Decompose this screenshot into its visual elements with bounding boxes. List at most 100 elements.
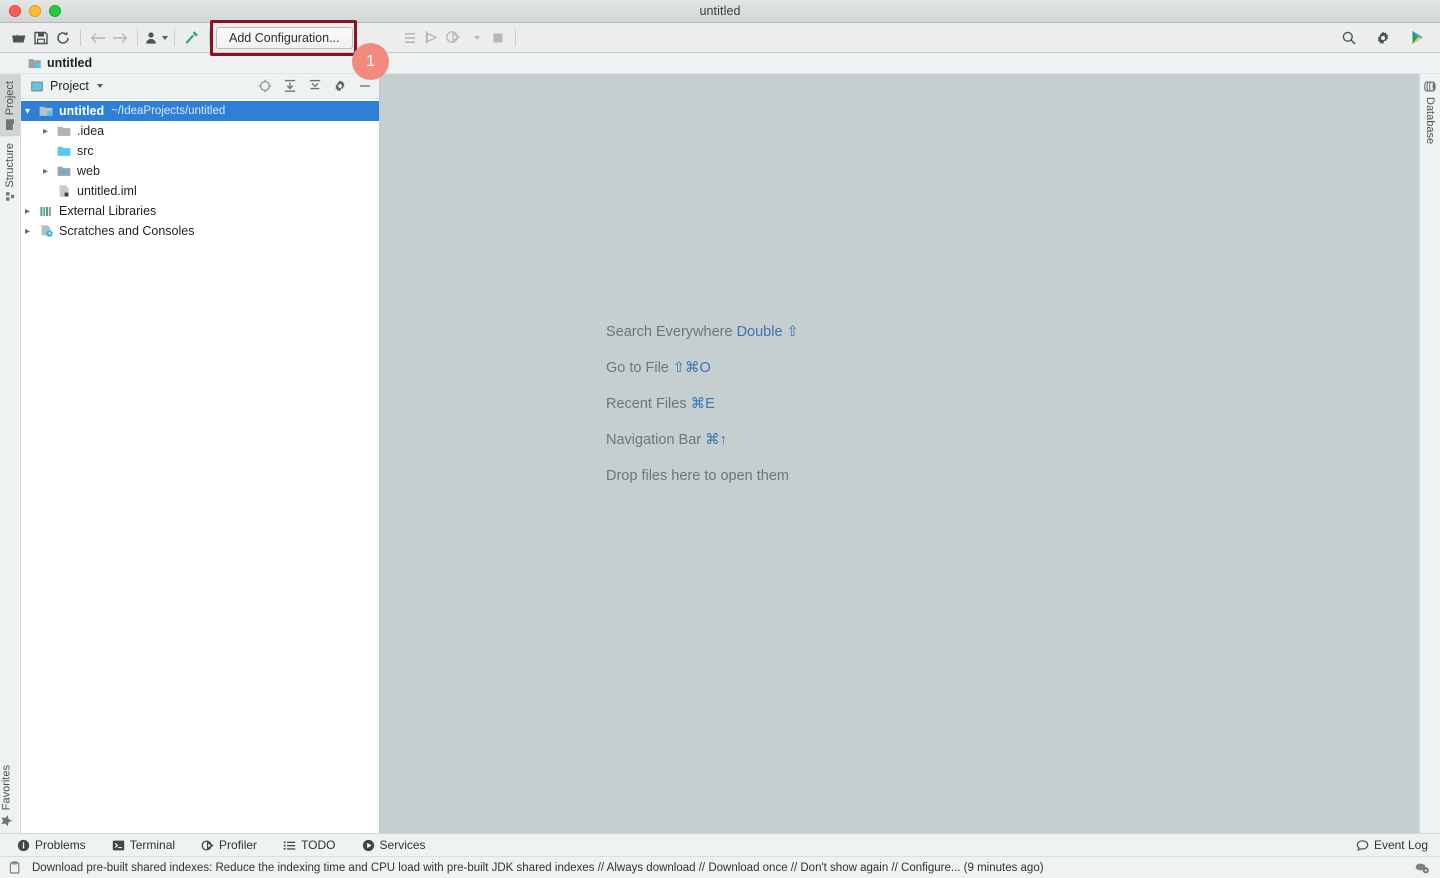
sidebar-item-structure[interactable]: Structure bbox=[0, 136, 20, 209]
bottom-tab-terminal[interactable]: Terminal bbox=[99, 834, 188, 856]
module-icon bbox=[39, 105, 54, 118]
bottom-tab-services[interactable]: Services bbox=[349, 834, 439, 856]
add-configuration-button[interactable]: Add Configuration... bbox=[216, 26, 353, 49]
tree-node-label: .idea bbox=[77, 124, 105, 138]
structure-icon bbox=[5, 191, 16, 203]
gear-icon[interactable] bbox=[1372, 27, 1394, 49]
hint-drop-files: Drop files here to open them bbox=[606, 468, 799, 484]
problems-icon bbox=[17, 839, 30, 852]
ide-window: untitled Add Configuration... 1 untitled… bbox=[0, 0, 1440, 878]
search-icon[interactable] bbox=[1338, 27, 1360, 49]
status-message[interactable]: Download pre-built shared indexes: Reduc… bbox=[32, 862, 1044, 874]
bottom-tab-label: TODO bbox=[301, 838, 336, 852]
chevron-right-icon[interactable]: ▸ bbox=[39, 126, 52, 137]
run-dropdown-caret-icon[interactable] bbox=[465, 27, 487, 49]
bottom-tool-stripe: Problems Terminal Profiler TODO Services bbox=[0, 833, 1440, 856]
toolbar-separator bbox=[80, 29, 81, 46]
left-stripe-bottom-tabs: Favorites bbox=[0, 758, 20, 833]
annotation-step-badge: 1 bbox=[352, 43, 389, 80]
tree-node-idea[interactable]: ▸ .idea bbox=[21, 121, 379, 141]
toolbar-right-actions bbox=[1338, 27, 1432, 49]
terminal-icon bbox=[112, 839, 125, 852]
project-tree[interactable]: ▾ untitled ~/IdeaProjects/untitled ▸ .id… bbox=[21, 99, 379, 833]
editor-hints: Search Everywhere Double ⇧ Go to File ⇧⌘… bbox=[606, 324, 799, 484]
right-tool-stripe: Database bbox=[1419, 74, 1440, 833]
add-configuration-wrapper: Add Configuration... bbox=[210, 19, 357, 56]
folder-icon bbox=[57, 125, 72, 138]
hint-label: Search Everywhere bbox=[606, 324, 733, 340]
hide-icon[interactable] bbox=[358, 79, 372, 93]
tree-node-label: External Libraries bbox=[59, 204, 157, 218]
gear-icon[interactable] bbox=[333, 79, 347, 93]
toolbar-separator-2 bbox=[137, 29, 138, 46]
sidebar-item-favorites-label: Favorites bbox=[0, 764, 13, 810]
chevron-right-icon[interactable]: ▸ bbox=[39, 166, 52, 177]
database-icon bbox=[1424, 81, 1437, 93]
sidebar-item-structure-label: Structure bbox=[4, 143, 16, 188]
bottom-tab-label: Services bbox=[379, 838, 426, 852]
sidebar-item-project-label: Project bbox=[4, 81, 16, 116]
background-tasks-icon[interactable] bbox=[1414, 861, 1430, 875]
hint-shortcut: Double ⇧ bbox=[736, 324, 799, 340]
collapse-all-icon[interactable] bbox=[308, 79, 322, 93]
project-panel-title[interactable]: Project bbox=[50, 79, 89, 93]
editor-empty-area[interactable]: Search Everywhere Double ⇧ Go to File ⇧⌘… bbox=[380, 74, 1419, 833]
forward-arrow-icon[interactable] bbox=[109, 27, 131, 49]
tree-node-iml[interactable]: untitled.iml bbox=[21, 181, 379, 201]
run-icon[interactable] bbox=[421, 27, 443, 49]
hint-shortcut: ⌘E bbox=[690, 396, 715, 412]
ide-play-icon[interactable] bbox=[1406, 27, 1428, 49]
chevron-down-icon[interactable]: ▾ bbox=[21, 106, 34, 117]
chevron-down-icon[interactable] bbox=[96, 84, 103, 88]
breadcrumb-project-name[interactable]: untitled bbox=[47, 56, 92, 70]
hint-shortcut: ⇧⌘O bbox=[672, 360, 711, 376]
project-panel-header: Project bbox=[21, 74, 379, 99]
hint-shortcut: ⌘↑ bbox=[705, 432, 727, 448]
profiler-icon bbox=[201, 839, 214, 852]
debug-icon[interactable] bbox=[443, 27, 465, 49]
tree-node-src[interactable]: src bbox=[21, 141, 379, 161]
tree-node-scratches[interactable]: ▸ Scratches and Consoles bbox=[21, 221, 379, 241]
hint-go-to-file: Go to File ⇧⌘O bbox=[606, 360, 799, 376]
select-opened-file-icon[interactable] bbox=[258, 79, 272, 93]
window-titlebar: untitled bbox=[0, 0, 1440, 23]
project-tool-window: Project ▾ untitled ~/IdeaProjects/untitl… bbox=[21, 74, 380, 833]
toolbar-separator-3 bbox=[174, 29, 175, 46]
build-hammer-icon[interactable] bbox=[181, 27, 203, 49]
stop-icon[interactable] bbox=[487, 27, 509, 49]
run-config-list-icon[interactable] bbox=[399, 27, 421, 49]
chevron-right-icon[interactable]: ▸ bbox=[21, 206, 34, 217]
vcs-user-icon[interactable] bbox=[144, 27, 168, 49]
back-arrow-icon[interactable] bbox=[87, 27, 109, 49]
main-toolbar: Add Configuration... 1 bbox=[0, 19, 1440, 80]
sync-icon[interactable] bbox=[52, 27, 74, 49]
main-body: Project Structure Favorites Project ▾ un… bbox=[0, 74, 1440, 833]
tree-node-external-libraries[interactable]: ▸ External Libraries bbox=[21, 201, 379, 221]
sidebar-item-project[interactable]: Project bbox=[0, 74, 20, 137]
module-icon bbox=[28, 57, 42, 70]
tree-node-label: untitled.iml bbox=[77, 184, 137, 198]
open-folder-icon[interactable] bbox=[8, 27, 30, 49]
chevron-down-icon bbox=[162, 35, 168, 40]
save-all-icon[interactable] bbox=[30, 27, 52, 49]
notification-icon[interactable] bbox=[8, 860, 22, 875]
bottom-tab-problems[interactable]: Problems bbox=[4, 834, 99, 856]
project-folder-icon bbox=[5, 119, 16, 131]
bottom-tab-event-log[interactable]: Event Log bbox=[1356, 838, 1440, 852]
libraries-icon bbox=[39, 205, 54, 218]
breadcrumb: untitled bbox=[0, 53, 1440, 74]
sidebar-item-favorites[interactable]: Favorites bbox=[0, 758, 13, 833]
tree-node-web[interactable]: ▸ web bbox=[21, 161, 379, 181]
toolbar-separator-5 bbox=[514, 29, 516, 46]
left-tool-stripe: Project Structure Favorites bbox=[0, 74, 21, 833]
expand-all-icon[interactable] bbox=[283, 79, 297, 93]
bottom-tab-todo[interactable]: TODO bbox=[270, 834, 348, 856]
tree-node-label: src bbox=[77, 144, 94, 158]
chevron-right-icon[interactable]: ▸ bbox=[21, 226, 34, 237]
status-bar-right bbox=[1414, 861, 1430, 875]
hint-navigation-bar: Navigation Bar ⌘↑ bbox=[606, 432, 799, 448]
hint-label: Drop files here to open them bbox=[606, 468, 789, 484]
tree-node-untitled[interactable]: ▾ untitled ~/IdeaProjects/untitled bbox=[21, 101, 379, 121]
bottom-tab-profiler[interactable]: Profiler bbox=[188, 834, 270, 856]
sidebar-item-database[interactable]: Database bbox=[1420, 74, 1440, 151]
